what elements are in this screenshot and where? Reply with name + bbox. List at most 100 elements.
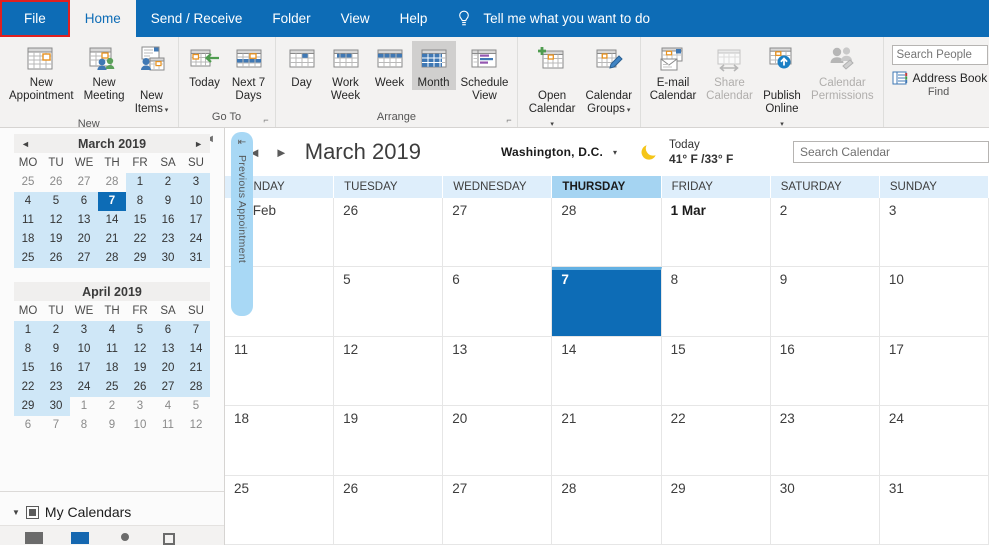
date-navigator-day[interactable]: 11 <box>98 340 126 359</box>
arrange-dialog-launcher-icon[interactable]: ⌐ <box>504 116 513 125</box>
tab-home[interactable]: Home <box>70 0 136 37</box>
date-navigator-day[interactable]: 1 <box>126 173 154 192</box>
triangle-right-icon[interactable]: ► <box>194 139 203 149</box>
calendar-day-cell[interactable]: 7 <box>552 267 661 335</box>
month-view-button[interactable]: Month <box>412 41 456 90</box>
date-navigator-day[interactable]: 7 <box>42 416 70 435</box>
date-navigator-april-grid[interactable]: 1234567891011121314151617181920212223242… <box>14 321 210 435</box>
date-navigator-day[interactable]: 4 <box>98 321 126 340</box>
chevron-down-icon[interactable]: ▾ <box>163 107 168 114</box>
date-navigator-day[interactable]: 10 <box>126 416 154 435</box>
date-navigator-day[interactable]: 8 <box>14 340 42 359</box>
calendar-day-cell[interactable]: 5 <box>334 267 443 335</box>
date-navigator-day[interactable]: 12 <box>42 211 70 230</box>
search-people-input[interactable]: Search People <box>892 45 988 65</box>
schedule-view-button[interactable]: Schedule View <box>456 41 514 103</box>
calendar-day-cell[interactable]: 29 <box>662 476 771 544</box>
date-navigator-day[interactable]: 23 <box>154 230 182 249</box>
tab-send-receive[interactable]: Send / Receive <box>136 0 258 37</box>
date-navigator-day[interactable]: 8 <box>126 192 154 211</box>
date-navigator-day[interactable]: 10 <box>182 192 210 211</box>
date-navigator-day[interactable]: 20 <box>154 359 182 378</box>
today-button[interactable]: Today <box>183 41 227 90</box>
date-navigator-day[interactable]: 2 <box>42 321 70 340</box>
chevron-down-icon[interactable]: ▾ <box>613 148 617 157</box>
people-icon[interactable] <box>116 531 134 545</box>
date-navigator-day[interactable]: 4 <box>154 397 182 416</box>
calendar-day-cell[interactable]: 26 <box>334 198 443 266</box>
date-navigator-day[interactable]: 22 <box>14 378 42 397</box>
mail-icon[interactable] <box>24 531 44 545</box>
date-navigator-day[interactable]: 6 <box>14 416 42 435</box>
calendar-day-cell[interactable]: 15 <box>662 337 771 405</box>
date-navigator-day[interactable]: 11 <box>154 416 182 435</box>
date-navigator-day[interactable]: 25 <box>14 173 42 192</box>
date-navigator-march-grid[interactable]: 2526272812345678910111213141516171819202… <box>14 173 210 268</box>
calendar-day-cell[interactable]: 17 <box>880 337 989 405</box>
calendar-day-cell[interactable]: 26 <box>334 476 443 544</box>
calendar-next-button[interactable]: ► <box>268 145 295 160</box>
chevron-down-icon[interactable]: ▾ <box>625 107 630 114</box>
address-book-button[interactable]: Address Book <box>892 71 988 85</box>
date-navigator-day[interactable]: 31 <box>182 249 210 268</box>
date-navigator-day[interactable]: 1 <box>14 321 42 340</box>
date-navigator-day[interactable]: 17 <box>70 359 98 378</box>
date-navigator-day[interactable]: 10 <box>70 340 98 359</box>
date-navigator-day[interactable]: 27 <box>154 378 182 397</box>
date-navigator-day[interactable]: 8 <box>70 416 98 435</box>
week-view-button[interactable]: Week <box>368 41 412 90</box>
date-navigator-day[interactable]: 28 <box>98 249 126 268</box>
calendar-day-cell[interactable]: 13 <box>443 337 552 405</box>
date-navigator-day[interactable]: 1 <box>70 397 98 416</box>
date-navigator-day[interactable]: 6 <box>154 321 182 340</box>
chevron-down-icon[interactable]: ▾ <box>550 121 554 128</box>
calendar-permissions-button[interactable]: Calendar Permissions <box>806 41 878 103</box>
calendar-day-cell[interactable]: 22 <box>662 406 771 474</box>
date-navigator-day[interactable]: 9 <box>42 340 70 359</box>
date-navigator-day[interactable]: 26 <box>42 173 70 192</box>
date-navigator-day[interactable]: 28 <box>98 173 126 192</box>
work-week-view-button[interactable]: Work Week <box>324 41 368 103</box>
date-navigator-day[interactable]: 4 <box>14 192 42 211</box>
date-navigator-day[interactable]: 9 <box>154 192 182 211</box>
date-navigator-day[interactable]: 27 <box>70 249 98 268</box>
calendar-day-cell[interactable]: 16 <box>771 337 880 405</box>
calendar-day-cell[interactable]: 24 <box>880 406 989 474</box>
date-navigator-day[interactable]: 25 <box>14 249 42 268</box>
day-view-button[interactable]: Day <box>280 41 324 90</box>
date-navigator-day[interactable]: 21 <box>182 359 210 378</box>
my-calendars-group[interactable]: ▼ My Calendars <box>0 491 224 525</box>
calendar-day-cell[interactable]: 27 <box>443 476 552 544</box>
date-navigator-day[interactable]: 26 <box>42 249 70 268</box>
tasks-icon[interactable] <box>160 531 178 545</box>
calendar-day-cell[interactable]: 14 <box>552 337 661 405</box>
previous-appointment-tab[interactable]: ⇤ Previous Appointment <box>231 132 253 316</box>
date-navigator-day[interactable]: 25 <box>98 378 126 397</box>
date-navigator-day[interactable]: 11 <box>14 211 42 230</box>
calendar-day-cell[interactable]: 28 <box>552 198 661 266</box>
calendar-day-cell[interactable]: 9 <box>771 267 880 335</box>
calendar-day-cell[interactable]: 18 <box>225 406 334 474</box>
date-navigator-day[interactable]: 28 <box>182 378 210 397</box>
date-navigator-day[interactable]: 14 <box>182 340 210 359</box>
date-navigator-day[interactable]: 26 <box>126 378 154 397</box>
date-navigator-day[interactable]: 15 <box>126 211 154 230</box>
calendar-groups-button[interactable]: Calendar Groups ▾ <box>582 41 636 117</box>
calendar-icon[interactable] <box>70 531 90 545</box>
new-items-button[interactable]: New Items ▾ <box>130 41 174 117</box>
date-navigator-day[interactable]: 9 <box>98 416 126 435</box>
date-navigator-day[interactable]: 2 <box>154 173 182 192</box>
date-navigator-day[interactable]: 3 <box>126 397 154 416</box>
calendar-day-cell[interactable]: 12 <box>334 337 443 405</box>
date-navigator-day[interactable]: 30 <box>154 249 182 268</box>
date-navigator-day[interactable]: 16 <box>154 211 182 230</box>
date-navigator-day[interactable]: 7 <box>182 321 210 340</box>
calendar-day-cell[interactable]: 30 <box>771 476 880 544</box>
date-navigator-day[interactable]: 14 <box>98 211 126 230</box>
date-navigator-day[interactable]: 12 <box>126 340 154 359</box>
date-navigator-day[interactable]: 27 <box>70 173 98 192</box>
calendar-day-cell[interactable]: 25 <box>225 476 334 544</box>
calendar-day-cell[interactable]: 11 <box>225 337 334 405</box>
calendar-day-cell[interactable]: 20 <box>443 406 552 474</box>
calendar-day-cell[interactable]: 10 <box>880 267 989 335</box>
